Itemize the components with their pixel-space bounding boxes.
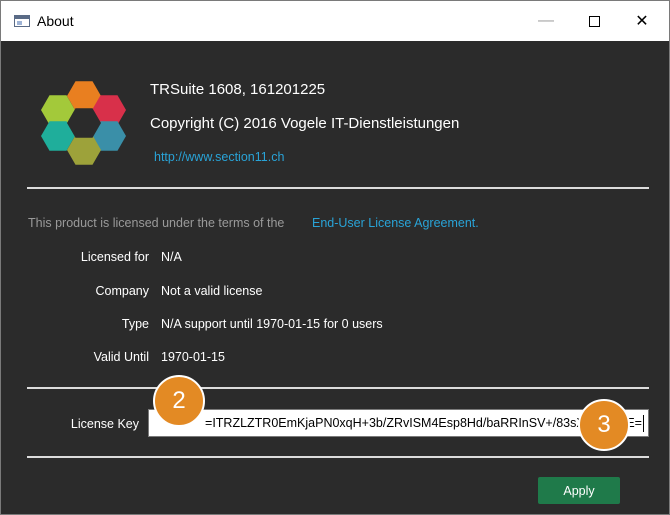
version-text: TRSuite 1608, 161201225 (150, 81, 326, 98)
window-icon (14, 15, 30, 27)
company-value: Not a valid license (161, 284, 263, 298)
license-intro-text: This product is licensed under the terms… (28, 216, 285, 230)
license-key-input[interactable]: =ITRZLZTR0EmKjaPN0xqH+3b/ZRvISM4Esp8Hd/b… (148, 409, 649, 437)
title-bar: About — ✕ (1, 1, 669, 41)
licensed-for-value: N/A (161, 250, 182, 264)
close-button[interactable]: ✕ (619, 1, 665, 41)
maximize-icon (588, 15, 600, 27)
close-icon: ✕ (635, 13, 649, 30)
divider-top (27, 187, 649, 189)
divider-middle (27, 387, 649, 389)
eula-link[interactable]: End-User License Agreement. (312, 216, 479, 230)
divider-bottom (27, 456, 649, 458)
licensed-for-label: Licensed for (80, 250, 149, 264)
valid-until-value: 1970-01-15 (161, 350, 225, 364)
step-2-annotation-badge: 2 (153, 375, 205, 427)
valid-until-label: Valid Until (93, 350, 149, 364)
website-link[interactable]: http://www.section11.ch (154, 150, 284, 164)
window-title: About (37, 13, 74, 29)
apply-button[interactable]: Apply (538, 477, 620, 504)
minimize-button[interactable]: — (523, 1, 569, 41)
type-label: Type (121, 317, 149, 331)
copyright-text: Copyright (C) 2016 Vogele IT-Dienstleist… (150, 115, 460, 132)
license-key-label: License Key (70, 417, 139, 431)
step-3-annotation-badge: 3 (578, 399, 630, 451)
license-key-value: =ITRZLZTR0EmKjaPN0xqH+3b/ZRvISM4Esp8Hd/b… (205, 416, 642, 430)
about-dialog: About — ✕ TRSuite 1608, 161201225 Copyri… (0, 0, 670, 515)
text-caret (643, 415, 644, 432)
minimize-icon: — (538, 12, 554, 29)
type-value: N/A support until 1970-01-15 for 0 users (161, 317, 383, 331)
app-logo-icon (41, 81, 126, 165)
maximize-button[interactable] (571, 1, 617, 41)
company-label: Company (95, 284, 150, 298)
